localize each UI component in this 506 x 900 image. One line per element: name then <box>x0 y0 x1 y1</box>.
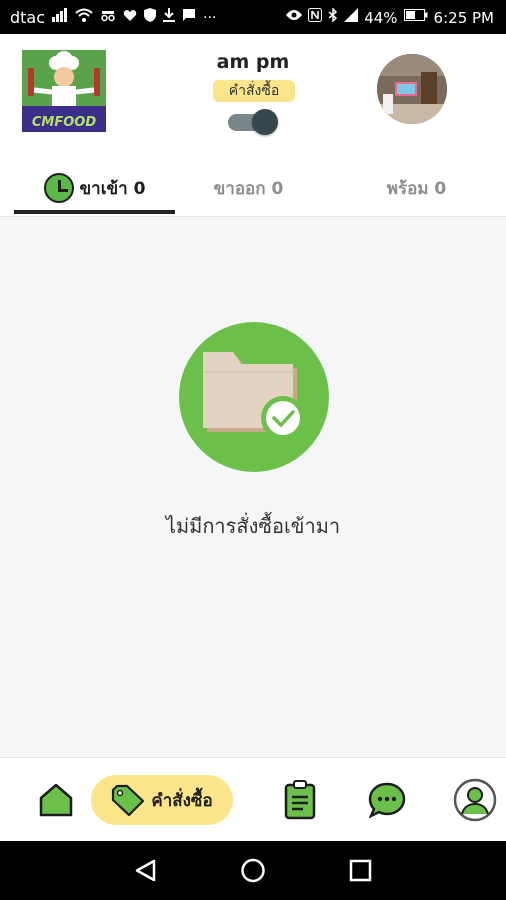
signal-icon <box>52 8 68 27</box>
system-navigation-bar <box>0 841 506 900</box>
heart-icon <box>123 9 137 27</box>
clock-icon <box>43 173 74 203</box>
recents-icon[interactable] <box>349 859 372 882</box>
nav-home[interactable] <box>32 758 80 842</box>
toggle-knob <box>252 109 278 135</box>
download-icon <box>163 8 176 27</box>
status-bar: dtac ··· 44% 6:25 PM <box>0 0 506 34</box>
message-icon <box>182 8 196 27</box>
nav-chat[interactable] <box>362 758 412 842</box>
shield-icon <box>144 8 157 27</box>
shop-avatar[interactable] <box>377 54 447 124</box>
user-icon <box>453 778 497 822</box>
nav-orders[interactable]: คำสั่งซื้อ <box>91 775 233 825</box>
empty-state-message: ไม่มีการสั่งซื้อเข้ามา <box>165 514 341 538</box>
bottom-navigation: คำสั่งซื้อ <box>0 757 506 842</box>
home-circle-icon[interactable] <box>241 858 265 883</box>
mobile-signal-icon <box>344 8 359 27</box>
tab-outgoing-label: ขาออก 0 <box>213 178 284 199</box>
nav-profile[interactable] <box>450 758 500 842</box>
home-icon <box>39 783 73 817</box>
tab-incoming[interactable]: ขาเข้า 0 <box>14 160 175 216</box>
tag-icon <box>112 784 145 816</box>
tab-incoming-label: ขาเข้า 0 <box>79 178 146 199</box>
order-tabs: ขาเข้า 0 ขาออก 0 พร้อม 0 <box>0 160 506 217</box>
mode-badge: คำสั่งซื้อ <box>213 80 295 102</box>
back-icon[interactable] <box>135 859 156 882</box>
logo-text: CMFOOD <box>31 115 97 130</box>
clipboard-icon <box>284 780 316 820</box>
empty-state-illustration <box>179 322 329 472</box>
folder-check-icon <box>203 352 305 440</box>
active-tab-indicator <box>14 210 175 214</box>
bluetooth-icon <box>328 7 338 27</box>
more-notifications: ··· <box>203 9 217 26</box>
battery-icon <box>403 9 428 26</box>
battery-percent: 44% <box>364 8 398 27</box>
tab-ready[interactable]: พร้อม 0 <box>336 160 497 216</box>
shop-open-toggle[interactable] <box>228 109 278 135</box>
nav-menu[interactable] <box>276 758 324 842</box>
chat-icon <box>368 782 406 818</box>
nav-orders-label: คำสั่งซื้อ <box>151 790 213 811</box>
incognito-icon <box>100 8 116 27</box>
shop-photo-icon <box>377 54 447 124</box>
eye-icon <box>286 9 303 26</box>
tab-outgoing[interactable]: ขาออก 0 <box>168 160 329 216</box>
clock-time: 6:25 PM <box>433 8 494 27</box>
tab-ready-label: พร้อม 0 <box>386 178 447 199</box>
nfc-icon <box>308 8 323 27</box>
wifi-icon <box>75 8 93 27</box>
carrier-label: dtac <box>10 8 46 27</box>
